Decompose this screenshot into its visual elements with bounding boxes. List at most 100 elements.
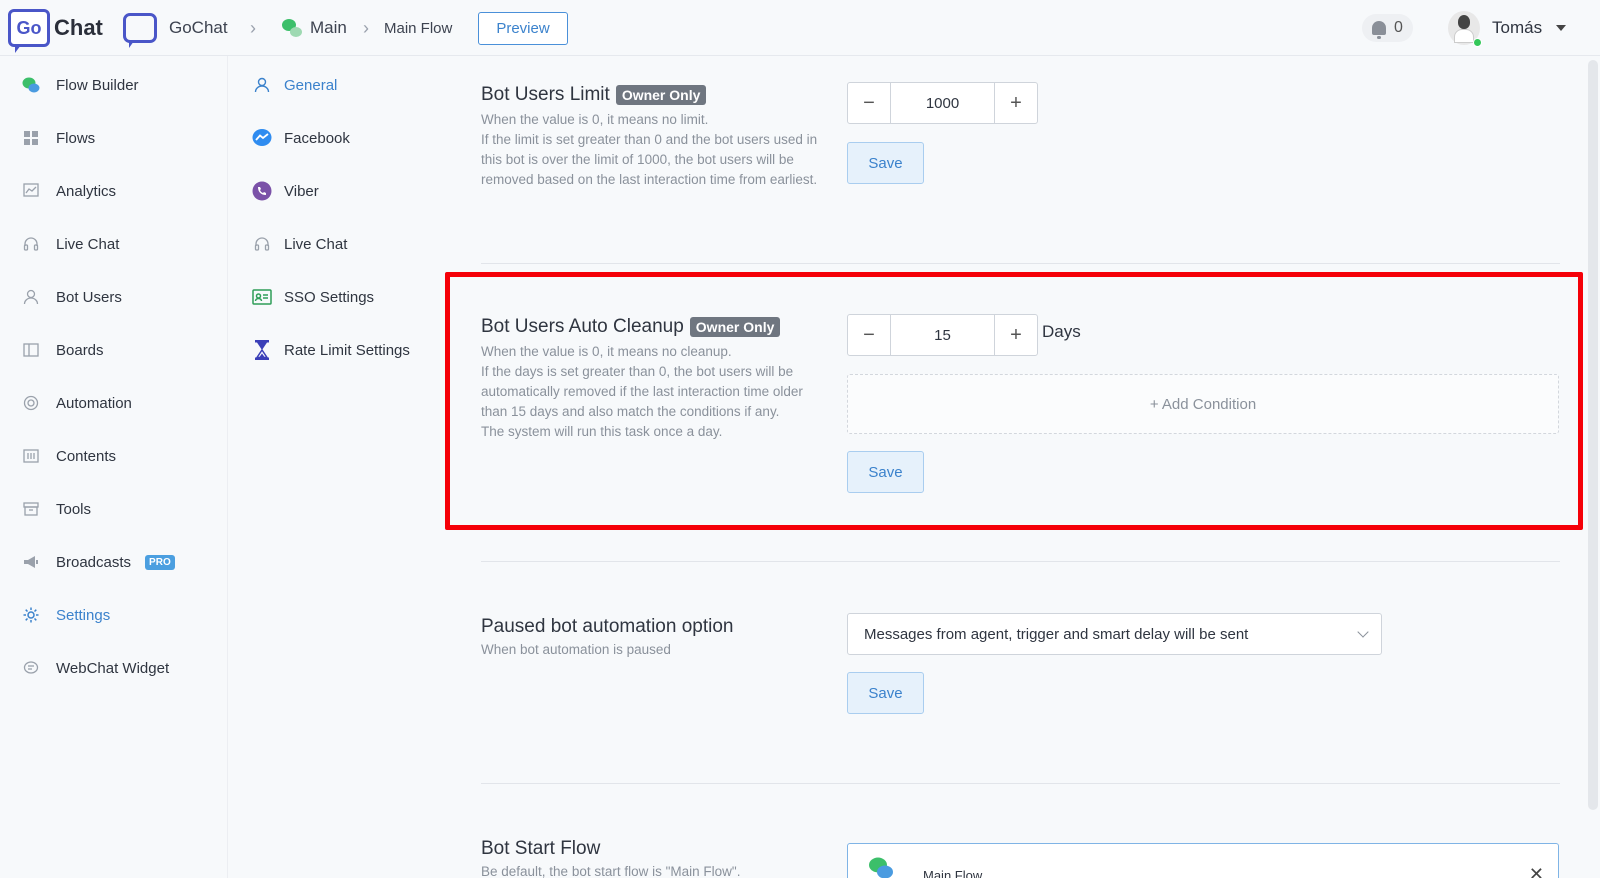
sidebar-item-webchat-widget[interactable]: WebChat Widget — [22, 653, 169, 683]
tools-icon — [22, 500, 40, 518]
sidebar-item-label: Boards — [56, 341, 104, 359]
sidebar-item-bot-users[interactable]: Bot Users — [22, 282, 122, 312]
chat-bubble-icon — [22, 659, 40, 677]
subnav-rate-limit-settings[interactable]: Rate Limit Settings — [252, 335, 410, 365]
caret-down-icon — [1556, 25, 1567, 31]
subnav-live-chat[interactable]: Live Chat — [252, 229, 347, 259]
desc-line: If the limit is set greater than 0 and t… — [481, 132, 818, 187]
sidebar-item-label: Analytics — [56, 182, 117, 200]
sidebar-item-broadcasts[interactable]: Broadcasts PRO — [22, 547, 175, 577]
sidebar-item-label: Broadcasts — [56, 553, 132, 571]
user-menu[interactable]: Tomás — [1448, 8, 1567, 48]
section-divider — [481, 783, 1560, 784]
sidebar-item-analytics[interactable]: Analytics — [22, 176, 116, 206]
subnav-sso-settings[interactable]: SSO Settings — [252, 282, 374, 312]
chevron-down-icon — [1357, 626, 1369, 638]
logo-mark: Go — [8, 9, 50, 53]
online-status-icon — [1473, 38, 1482, 47]
chart-icon — [22, 182, 40, 200]
breadcrumb-bot[interactable]: Main — [282, 0, 347, 56]
breadcrumb-flow[interactable]: Main Flow — [384, 0, 452, 56]
subnav-viber[interactable]: Viber — [252, 176, 319, 206]
hourglass-icon — [252, 340, 272, 360]
sidebar-item-label: Settings — [56, 606, 111, 624]
flow-chat-icon — [868, 856, 894, 878]
selected-flow-name: Main Flow — [923, 868, 983, 878]
sidebar-item-flows[interactable]: Flows — [22, 123, 95, 153]
avatar — [1448, 11, 1482, 47]
headset-icon — [252, 234, 272, 254]
breadcrumb-bot-label: Main — [310, 18, 347, 37]
subnav-general[interactable]: General — [252, 70, 337, 100]
grid-icon — [22, 129, 40, 147]
sidebar-item-label: Live Chat — [56, 235, 120, 253]
highlight-box — [445, 272, 1583, 530]
sidebar-item-label: Contents — [56, 447, 117, 465]
headset-icon — [22, 235, 40, 253]
bot-start-flow-description: Be default, the bot start flow is "Main … — [481, 864, 741, 878]
board-icon — [22, 341, 40, 359]
bot-users-limit-save-button[interactable]: Save — [847, 142, 924, 184]
paused-automation-save-button[interactable]: Save — [847, 672, 924, 714]
paused-automation-title: Paused bot automation option — [481, 616, 733, 638]
close-icon[interactable]: ✕ — [1529, 864, 1544, 878]
section-title-text: Paused bot automation option — [481, 616, 734, 637]
section-divider — [481, 263, 1560, 264]
pro-badge: PRO — [145, 554, 175, 570]
subnav-label: Live Chat — [284, 235, 348, 253]
bot-users-limit-value[interactable]: 1000 — [890, 83, 995, 123]
bot-chat-icon — [282, 19, 302, 37]
breadcrumb-flow-label: Main Flow — [384, 19, 453, 37]
sidebar-item-label: Flows — [56, 129, 96, 147]
section-title-text: Bot Users Limit — [481, 84, 610, 105]
user-icon — [22, 288, 40, 306]
bell-icon — [1372, 21, 1386, 39]
sidebar-item-contents[interactable]: Contents — [22, 441, 116, 471]
decrement-button[interactable]: − — [848, 83, 890, 123]
section-title-text: Bot Start Flow — [481, 838, 601, 859]
scrollbar[interactable] — [1588, 60, 1598, 810]
logo-text: Chat — [54, 15, 103, 40]
paused-automation-select[interactable]: Messages from agent, trigger and smart d… — [847, 613, 1382, 655]
breadcrumb-separator: › — [250, 0, 256, 56]
sidebar-item-automation[interactable]: Automation — [22, 388, 132, 418]
id-card-icon — [252, 287, 272, 307]
desc-line: When the value is 0, it means no limit. — [481, 112, 709, 127]
sidebar-item-boards[interactable]: Boards — [22, 335, 104, 365]
sidebar-item-label: Automation — [56, 394, 132, 412]
flow-builder-icon — [22, 76, 40, 94]
gochat-workspace-icon — [123, 13, 157, 48]
subnav-label: SSO Settings — [284, 288, 375, 306]
breadcrumb-separator-2: › — [363, 0, 369, 56]
subnav-label: General — [284, 76, 338, 94]
preview-button[interactable]: Preview — [478, 12, 568, 45]
gochat-logo[interactable]: Go Chat — [8, 6, 103, 53]
sidebar-item-live-chat[interactable]: Live Chat — [22, 229, 119, 259]
sidebar-item-label: Tools — [56, 500, 92, 518]
sidebar-item-settings[interactable]: Settings — [22, 600, 110, 630]
user-icon — [252, 75, 272, 95]
notifications-button[interactable]: 0 — [1362, 14, 1413, 42]
chevron-right-icon: › — [250, 17, 256, 38]
owner-only-badge: Owner Only — [615, 85, 707, 105]
breadcrumb-workspace[interactable]: GoChat — [123, 0, 228, 56]
bot-users-limit-stepper: − 1000 + — [847, 82, 1038, 124]
sidebar-item-label: Bot Users — [56, 288, 122, 306]
sidebar-item-label: Flow Builder — [56, 76, 139, 94]
bot-users-limit-title: Bot Users Limit Owner Only — [481, 84, 707, 106]
increment-button[interactable]: + — [995, 83, 1037, 123]
contents-icon — [22, 447, 40, 465]
subnav-facebook[interactable]: Facebook — [252, 123, 350, 153]
messenger-icon — [252, 128, 272, 148]
gear-icon — [22, 606, 40, 624]
sidebar-item-tools[interactable]: Tools — [22, 494, 91, 524]
bot-start-flow-title: Bot Start Flow — [481, 838, 600, 860]
subnav-label: Viber — [284, 182, 319, 200]
bot-start-flow-select[interactable]: Main Flow ✕ — [847, 843, 1559, 878]
sidebar-item-label: WebChat Widget — [56, 659, 170, 677]
section-divider — [481, 561, 1560, 562]
top-header: Go Chat GoChat › Main › Main Flow Previe… — [0, 0, 1600, 56]
user-name: Tomás — [1492, 18, 1543, 37]
breadcrumb-workspace-label: GoChat — [169, 18, 228, 37]
sidebar-item-flow-builder[interactable]: Flow Builder — [22, 70, 139, 100]
